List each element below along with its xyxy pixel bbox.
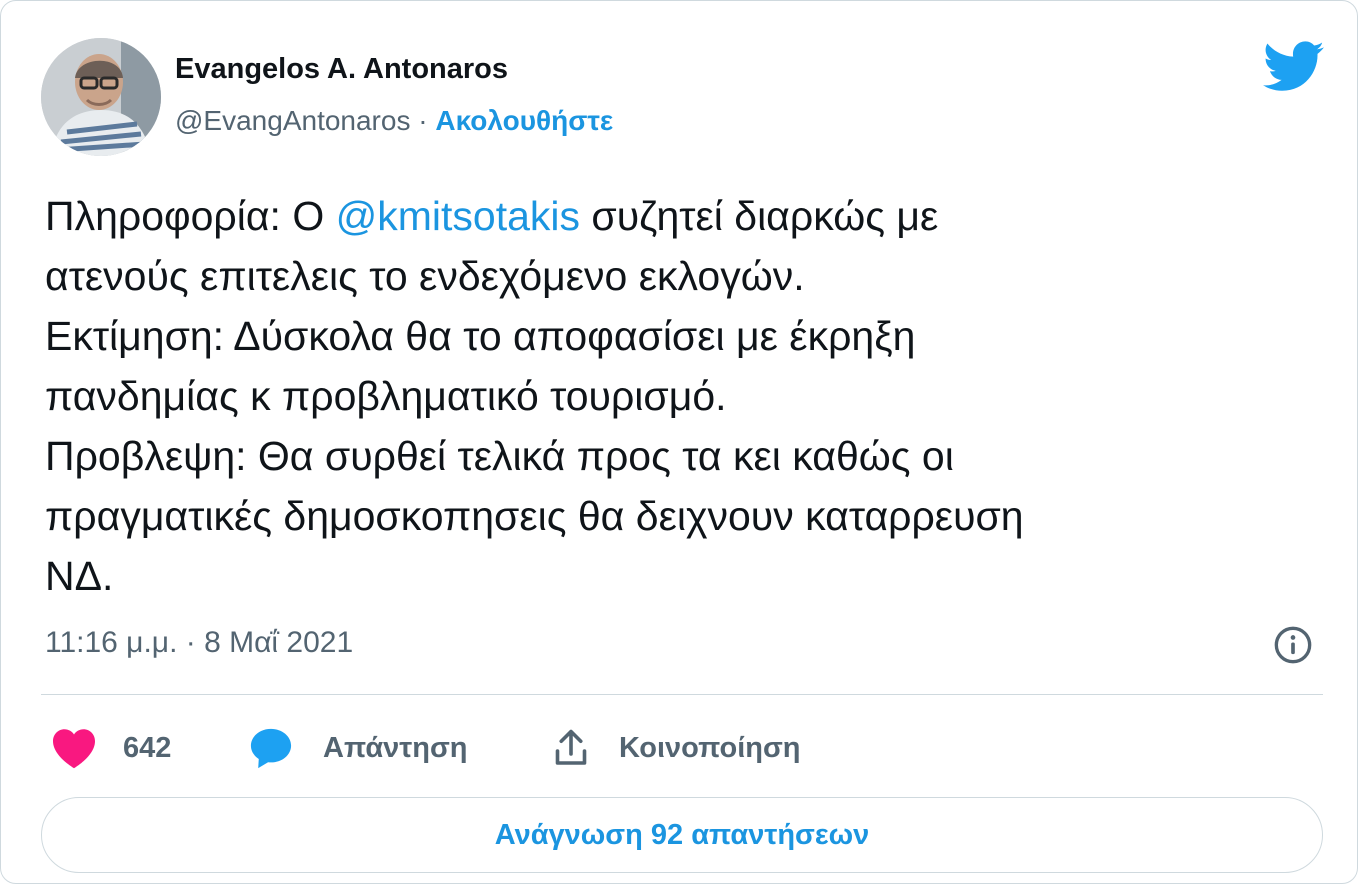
author-handle-row: @EvangAntonaros · Ακολουθήστε: [175, 105, 613, 137]
tweet-line-3: Εκτίμηση: Δύσκολα θα το αποφασίσει με έκ…: [45, 313, 916, 359]
read-replies-button[interactable]: Ανάγνωση 92 απαντήσεων: [41, 797, 1323, 873]
author-name[interactable]: Evangelos A. Antonaros: [175, 53, 508, 86]
info-icon[interactable]: [1273, 625, 1313, 665]
divider: [41, 694, 1323, 695]
heart-icon: [53, 729, 95, 769]
tweet-embed-card: Evangelos A. Antonaros @EvangAntonaros ·…: [0, 0, 1358, 884]
share-upload-icon: [555, 729, 587, 765]
follow-button[interactable]: Ακολουθήστε: [435, 105, 613, 136]
avatar[interactable]: [41, 38, 161, 156]
tweet-text-segment: Πληροφορία: Ο: [45, 193, 336, 239]
tweet-text-segment: συζητεί διαρκώς με: [580, 193, 939, 239]
tweet-line-4: πανδημίας κ προβληματικό τουρισμό.: [45, 373, 727, 419]
tweet-line-6: πραγματικές δημοσκοπησεις θα δειχνουν κα…: [45, 493, 1024, 539]
tweet-text: Πληροφορία: Ο @kmitsotakis συζητεί διαρκ…: [45, 186, 1325, 606]
speech-bubble-icon: [250, 728, 292, 769]
like-button[interactable]: 642: [51, 724, 171, 772]
like-count: 642: [123, 731, 172, 764]
tweet-line-5: Προβλεψη: Θα συρθεί τελικά προς τα κει κ…: [45, 433, 954, 479]
share-label: Κοινοποίηση: [619, 731, 801, 764]
read-replies-label: Ανάγνωση 92 απαντήσεων: [494, 818, 870, 851]
tweet-timestamp[interactable]: 11:16 μ.μ. · 8 Μαΐ 2021: [45, 626, 353, 660]
mention-link[interactable]: @kmitsotakis: [336, 193, 580, 239]
twitter-bird-icon[interactable]: [1263, 41, 1325, 93]
avatar-image: [41, 38, 161, 156]
tweet-line-2: ατενούς επιτελεις το ενδεχόμενο εκλογών.: [45, 253, 805, 299]
reply-label: Απάντηση: [323, 731, 468, 764]
share-button[interactable]: Κοινοποίηση: [553, 724, 801, 772]
tweet-line-7: ΝΔ.: [45, 553, 114, 599]
reply-button[interactable]: Απάντηση: [249, 724, 468, 772]
author-handle[interactable]: @EvangAntonaros: [175, 105, 410, 136]
tweet-line-1: Πληροφορία: Ο @kmitsotakis συζητεί διαρκ…: [45, 186, 1325, 246]
separator-dot: ·: [418, 105, 428, 136]
